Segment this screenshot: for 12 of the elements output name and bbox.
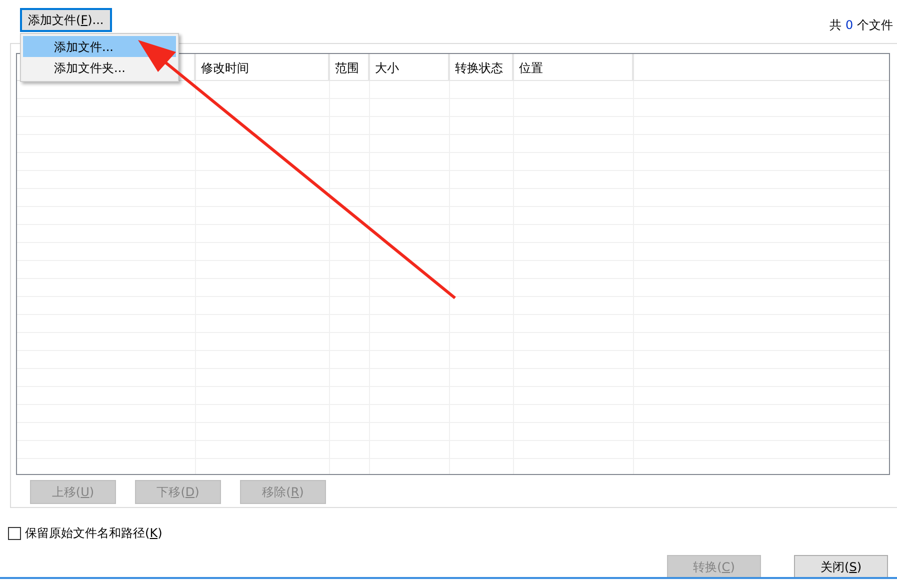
file-count-label: 共 0 个文件 xyxy=(830,17,894,34)
column-header[interactable]: 修改时间 xyxy=(196,54,330,80)
add-file-button[interactable]: 添加文件(F)... xyxy=(20,8,112,32)
keep-path-label[interactable]: 保留原始文件名和路径(K) xyxy=(25,524,162,542)
checkbox[interactable] xyxy=(8,526,21,540)
column-header[interactable]: 大小 xyxy=(370,54,450,80)
menu-item[interactable]: 添加文件夹... xyxy=(23,57,176,78)
menu-item[interactable]: 添加文件... xyxy=(23,36,176,57)
column-header[interactable]: 范围 xyxy=(330,54,370,80)
column-header[interactable]: 转换状态 xyxy=(450,54,514,80)
column-header[interactable]: 位置 xyxy=(514,54,634,80)
close-button[interactable]: 关闭(S) xyxy=(794,555,888,579)
